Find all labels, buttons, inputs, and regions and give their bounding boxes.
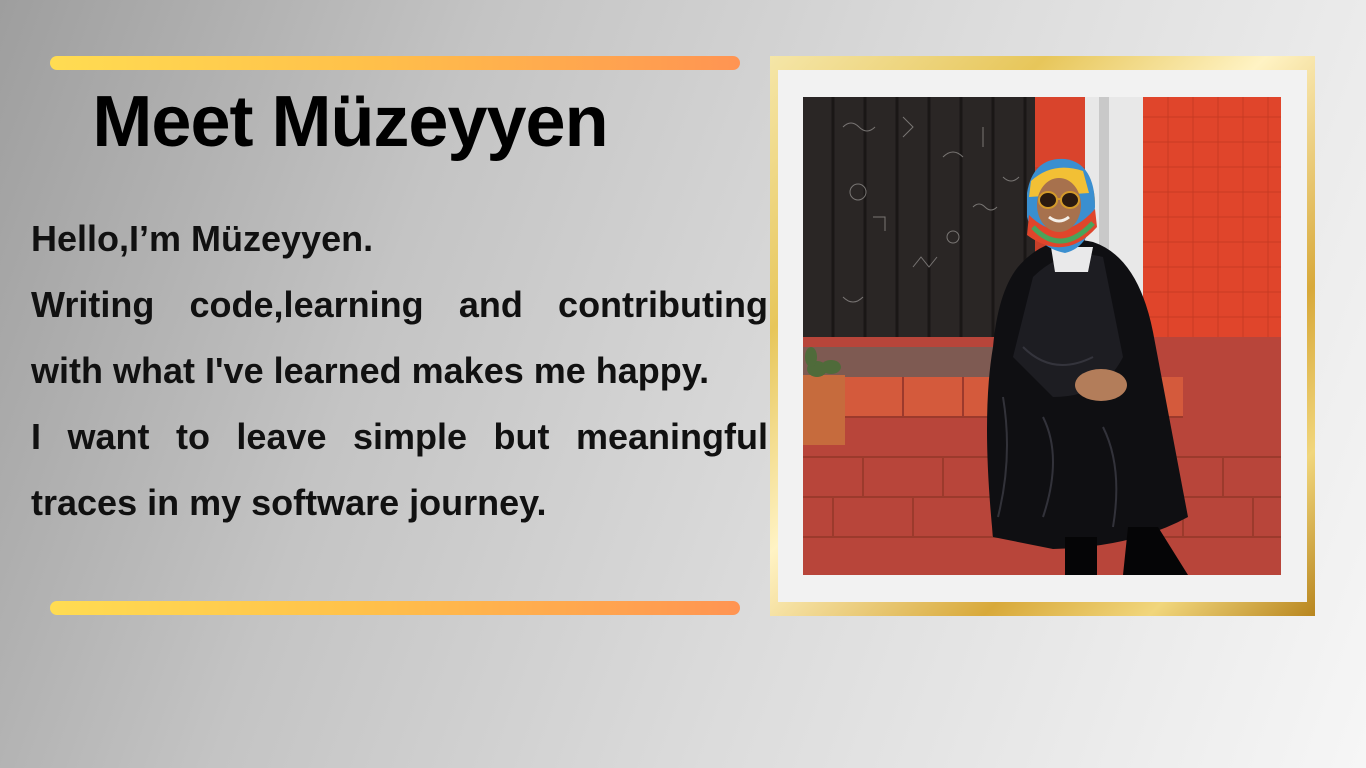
- body-line-4: traces in my software journey.: [31, 482, 547, 523]
- portrait-photo: [803, 97, 1281, 575]
- portrait-illustration: [803, 97, 1281, 575]
- body-line-3: I want to leave simple but meaningful: [31, 416, 768, 457]
- greeting-line: Hello,I’m Müzeyyen.: [31, 218, 374, 259]
- bottom-accent-bar: [50, 601, 740, 615]
- top-accent-bar: [50, 56, 740, 70]
- intro-text: Hello,I’m Müzeyyen. Writing code,learnin…: [31, 206, 768, 536]
- body-line-1: Writing code,learning and contributing: [31, 284, 768, 325]
- page-title: Meet Müzeyyen: [92, 82, 608, 162]
- body-line-2: with what I've learned makes me happy.: [31, 350, 710, 391]
- slide: Meet Müzeyyen Hello,I’m Müzeyyen. Writin…: [0, 0, 1366, 768]
- photo-frame: [770, 56, 1315, 616]
